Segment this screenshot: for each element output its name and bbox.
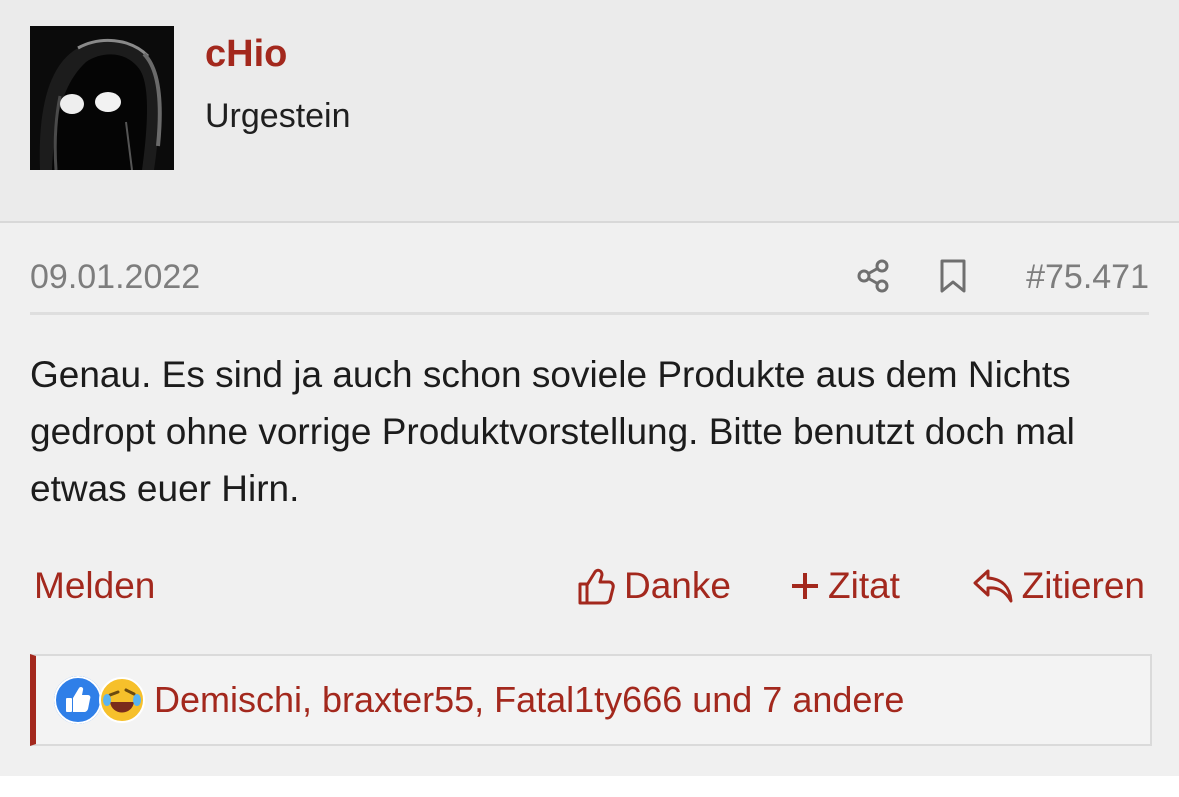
add-quote-label: Zitat bbox=[828, 565, 900, 606]
post-user-header: cHio Urgestein bbox=[0, 0, 1179, 223]
thumbs-up-reaction-icon bbox=[54, 676, 102, 724]
post-number-link[interactable]: #75.471 bbox=[1026, 256, 1149, 298]
user-rank-title: Urgestein bbox=[205, 97, 351, 135]
thanks-label: Danke bbox=[624, 565, 731, 606]
reply-arrow-icon bbox=[973, 569, 1013, 603]
forum-post: cHio Urgestein 09.01.2022 #75.471 Genau.… bbox=[0, 0, 1179, 776]
avatar[interactable] bbox=[30, 26, 174, 170]
thanks-button[interactable]: Danke bbox=[576, 560, 731, 612]
avatar-image bbox=[30, 26, 174, 170]
reply-quote-label: Zitieren bbox=[1021, 565, 1145, 606]
bookmark-icon[interactable] bbox=[938, 258, 968, 294]
post-message-body: Genau. Es sind ja auch schon soviele Pro… bbox=[30, 354, 1075, 509]
post-meta-bar: 09.01.2022 #75.471 bbox=[30, 250, 1149, 315]
share-icon[interactable] bbox=[855, 258, 891, 294]
post-date[interactable]: 09.01.2022 bbox=[30, 256, 200, 298]
report-label: Melden bbox=[34, 565, 156, 606]
plus-icon bbox=[792, 573, 818, 599]
post-actions-bar: Melden Danke Zitat Zitieren bbox=[30, 560, 1149, 612]
laughing-reaction-icon bbox=[99, 677, 145, 723]
report-button[interactable]: Melden bbox=[34, 560, 155, 612]
reply-quote-button[interactable]: Zitieren bbox=[972, 560, 1145, 612]
username-link[interactable]: cHio bbox=[205, 30, 287, 78]
reaction-users-link[interactable]: Demischi, braxter55, Fatal1ty666 und 7 a… bbox=[154, 676, 904, 724]
thumbs-up-icon bbox=[578, 568, 615, 605]
add-quote-button[interactable]: Zitat bbox=[790, 560, 900, 612]
reactions-bar[interactable]: Demischi, braxter55, Fatal1ty666 und 7 a… bbox=[30, 654, 1152, 746]
